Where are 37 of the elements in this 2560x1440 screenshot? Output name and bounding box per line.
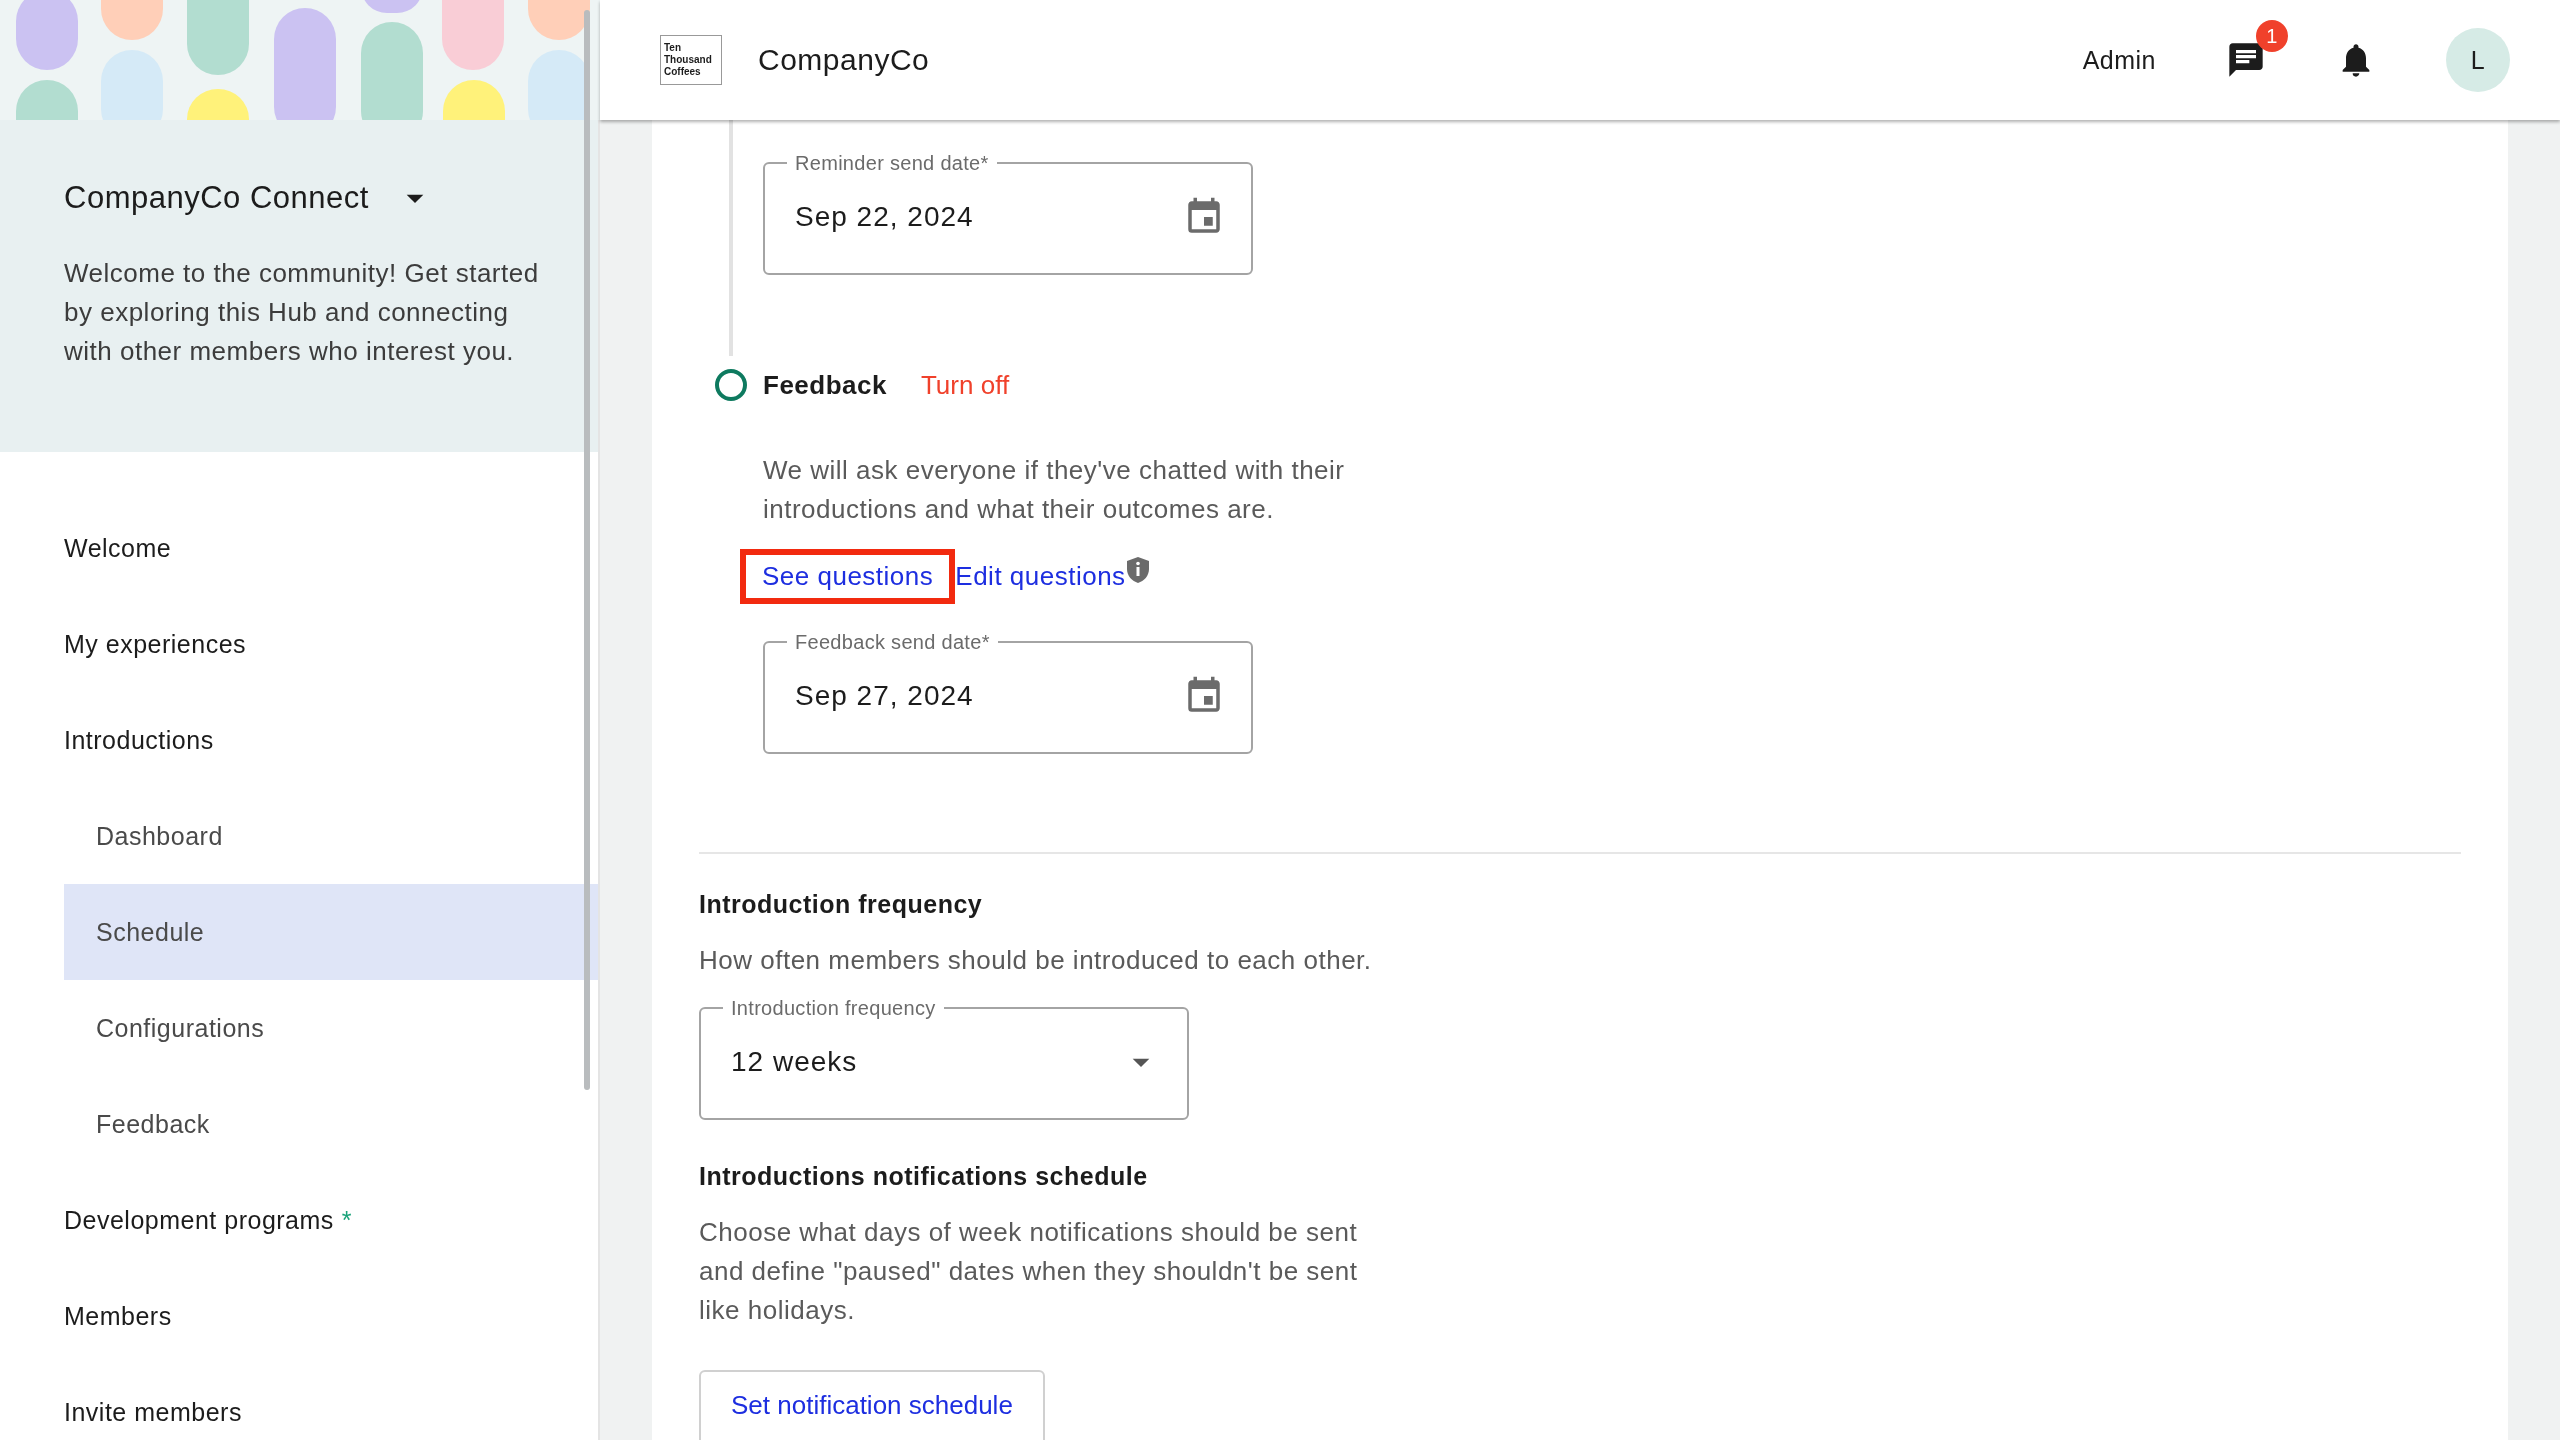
schedule-button[interactable]: Set notification schedule xyxy=(699,1370,1045,1440)
turn-off-button[interactable]: Turn off xyxy=(920,369,1010,401)
nav-item[interactable]: Configurations xyxy=(64,980,598,1076)
field-value: Sep 22, 2024 xyxy=(795,201,974,233)
field-label: Feedback send date* xyxy=(794,630,991,654)
field-value: Sep 27, 2024 xyxy=(795,680,974,712)
welcome-text: Welcome to the community! Get started by exploring this Hub and connecting with other members who interest you. xyxy=(64,257,540,368)
questions-link[interactable]: Edit questions xyxy=(955,555,1126,598)
section-heading: Introductions notifications schedule xyxy=(699,1162,1149,1191)
step-title: Feedback xyxy=(763,369,887,401)
nav-item[interactable]: Feedback xyxy=(64,1076,598,1172)
hub-title[interactable]: CompanyCo Connect xyxy=(64,180,369,216)
nav-item[interactable]: My experiences xyxy=(64,596,598,692)
new-marker: * xyxy=(341,1205,353,1235)
field-value: 12 weeks xyxy=(731,1046,858,1078)
avatar[interactable]: L xyxy=(2446,28,2510,92)
questions-link[interactable]: See questions xyxy=(740,549,956,604)
nav-item[interactable]: Invite members xyxy=(64,1364,598,1440)
section-heading: Introduction frequency xyxy=(699,890,984,919)
field-label: Reminder send date* xyxy=(794,151,990,175)
nav-item[interactable]: Welcome xyxy=(64,500,598,596)
info-shield-icon xyxy=(1125,555,1150,584)
field-label: Introduction frequency xyxy=(730,996,937,1020)
nav-item[interactable]: Schedule xyxy=(64,884,598,980)
scrollbar[interactable] xyxy=(584,10,590,1090)
logo[interactable]: Ten Thousand Coffees xyxy=(660,35,722,85)
nav-item[interactable]: Members xyxy=(64,1268,598,1364)
count-badge: 1 xyxy=(2256,20,2288,52)
section-description: How often members should be introduced to each other. xyxy=(699,944,1373,977)
nav-item[interactable]: Dashboard xyxy=(64,788,598,884)
nav-item[interactable]: Development programs * xyxy=(64,1172,598,1268)
step-circle xyxy=(715,369,747,401)
nav-item[interactable]: Introductions xyxy=(64,692,598,788)
step-description: We will ask everyone if they've chatted with their introductions and what their outcomes are. xyxy=(763,454,1346,526)
brand-name: CompanyCo xyxy=(758,43,931,77)
role-label[interactable]: Admin xyxy=(2082,45,2156,75)
section-description: Choose what days of week notifications should be sent and define "paused" dates when they shouldn't be sent like holidays. xyxy=(699,1216,1359,1327)
